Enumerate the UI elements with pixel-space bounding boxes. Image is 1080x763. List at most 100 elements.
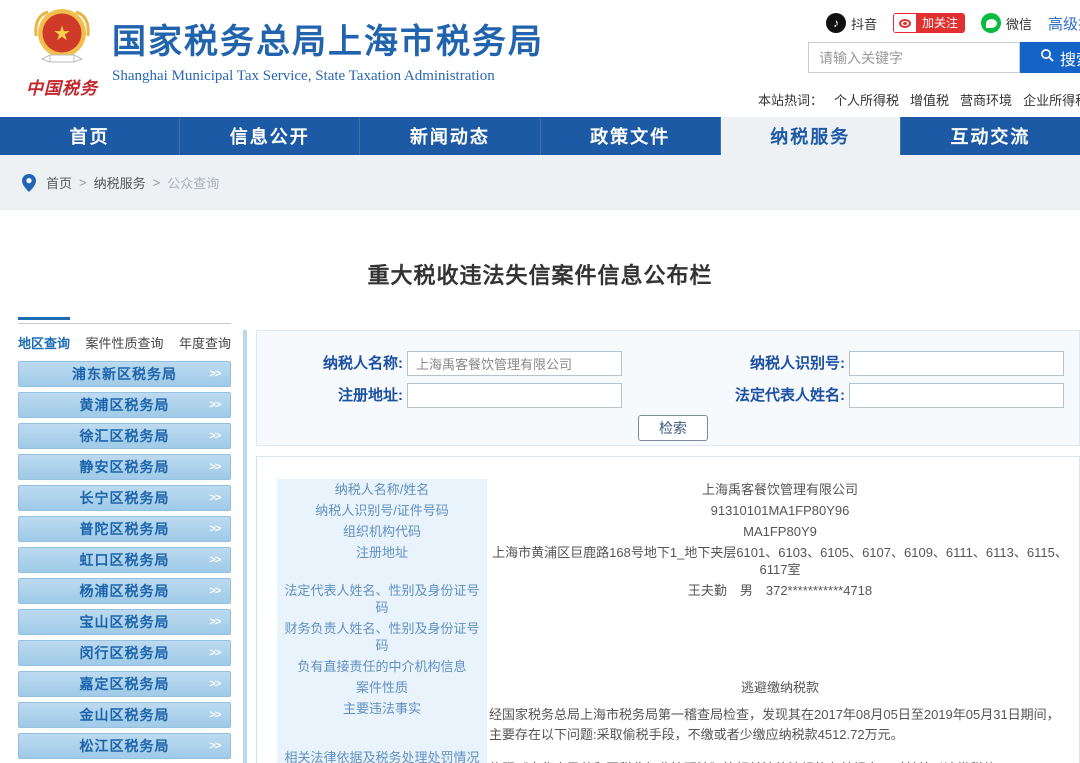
hot-word-link[interactable]: 个人所得税 — [834, 93, 899, 108]
logo-caption: 中国税务 — [26, 79, 98, 98]
detail-label: 纳税人识别号/证件号码 — [277, 500, 487, 521]
wechat-link[interactable]: 微信 — [981, 13, 1032, 33]
page: ★ 中国税务 国家税务总局上海市税务局 Shanghai Municipal T… — [0, 0, 1080, 763]
detail-value: 上海市黄浦区巨鹿路168号地下1_地下夹层6101、6103、6105、6107… — [492, 545, 1068, 577]
sidebar-item-changning[interactable]: 长宁区税务局 >> — [18, 485, 231, 511]
sidebar-item-putuo[interactable]: 普陀区税务局 >> — [18, 516, 231, 542]
bureau-label: 闵行区税务局 — [79, 645, 170, 661]
breadcrumb-home[interactable]: 首页 — [46, 173, 72, 192]
nav-item-home[interactable]: 首页 — [0, 117, 181, 155]
detail-label: 案件性质 — [277, 677, 487, 698]
detail-value: 经国家税务总局上海市税务局第一稽查局检查，发现其在2017年08月05日至201… — [489, 707, 1060, 742]
double-arrow-icon: >> — [209, 461, 221, 473]
double-arrow-icon: >> — [209, 523, 221, 535]
bureau-list: 浦东新区税务局 >> 黄浦区税务局 >> 徐汇区税务局 >> 静安区税务局 >> 长宁区… — [18, 361, 231, 759]
weibo-follow-label: 加关注 — [916, 14, 965, 32]
detail-row-legal-rep: 法定代表人姓名、性别及身份证号码 王夫勤 男 372***********471… — [277, 580, 1079, 618]
double-arrow-icon: >> — [209, 368, 221, 380]
search-icon — [1040, 48, 1055, 68]
weibo-eye-icon — [894, 14, 917, 32]
detail-label: 纳税人名称/姓名 — [277, 479, 487, 500]
bureau-label: 普陀区税务局 — [79, 521, 170, 537]
double-arrow-icon: >> — [209, 740, 221, 752]
sidebar-item-huangpu[interactable]: 黄浦区税务局 >> — [18, 392, 231, 418]
detail-row-legal-basis: 相关法律依据及税务处理处罚情况 依照《中华人民共和国税收征收管理法》等相关法律法… — [277, 747, 1079, 763]
wechat-label: 微信 — [1006, 16, 1033, 32]
nav-item-interaction[interactable]: 互动交流 — [901, 117, 1080, 155]
case-detail-panel: 纳税人名称/姓名 上海禹客餐饮管理有限公司 纳税人识别号/证件号码 913101… — [256, 456, 1080, 763]
sidebar-item-baoshan[interactable]: 宝山区税务局 >> — [18, 609, 231, 635]
registered-address-field[interactable] — [407, 383, 622, 408]
sidebar-item-songjiang[interactable]: 松江区税务局 >> — [18, 733, 231, 759]
hot-word-link[interactable]: 增值税 — [910, 93, 949, 108]
detail-row-org-code: 组织机构代码 MA1FP80Y9 — [277, 521, 1079, 542]
hot-word-link[interactable]: 企业所得税 — [1023, 93, 1080, 108]
detail-value — [487, 618, 1079, 656]
double-arrow-icon: >> — [209, 616, 221, 628]
sidebar-item-pudong[interactable]: 浦东新区税务局 >> — [18, 361, 231, 387]
sidebar-item-minhang[interactable]: 闵行区税务局 >> — [18, 640, 231, 666]
detail-row-address: 注册地址 上海市黄浦区巨鹿路168号地下1_地下夹层6101、6103、6105… — [277, 542, 1079, 580]
search-input[interactable] — [808, 42, 1020, 73]
nav-item-info-disclosure[interactable]: 信息公开 — [180, 117, 361, 155]
taxpayer-id-field[interactable] — [849, 351, 1064, 376]
detail-row-intermediary: 负有直接责任的中介机构信息 — [277, 656, 1079, 677]
detail-row-taxpayer-id: 纳税人识别号/证件号码 91310101MA1FP80Y96 — [277, 500, 1079, 521]
search-button-label: 搜索 — [1059, 51, 1080, 69]
sidebar-item-xuhui[interactable]: 徐汇区税务局 >> — [18, 423, 231, 449]
breadcrumb-current: 公众查询 — [167, 176, 220, 191]
bureau-label: 黄浦区税务局 — [79, 397, 170, 413]
retrieve-button[interactable]: 检索 — [638, 415, 708, 441]
advanced-search-link[interactable]: 高级搜索 — [1048, 13, 1080, 34]
breadcrumb-tax-services[interactable]: 纳税服务 — [94, 173, 146, 192]
taxpayer-name-field[interactable] — [407, 351, 622, 376]
bureau-label: 杨浦区税务局 — [79, 583, 170, 599]
double-arrow-icon: >> — [209, 399, 221, 411]
search-button[interactable]: 搜索 — [1020, 42, 1080, 73]
hot-words: 本站热词： 个人所得税增值税营商环境企业所得税 — [758, 90, 1080, 109]
sidebar-item-yangpu[interactable]: 杨浦区税务局 >> — [18, 578, 231, 604]
legal-rep-name-label: 法定代表人姓名: — [735, 387, 845, 404]
sidebar-item-jinshan[interactable]: 金山区税务局 >> — [18, 702, 231, 728]
site-title: 国家税务总局上海市税务局 — [112, 23, 544, 61]
sidebar-item-jingan[interactable]: 静安区税务局 >> — [18, 454, 231, 480]
page-title: 重大税收违法失信案件信息公布栏 — [367, 263, 713, 288]
bureau-label: 金山区税务局 — [79, 707, 170, 723]
site-logo[interactable]: ★ 中国税务 — [16, 6, 108, 99]
detail-row-finance-officer: 财务负责人姓名、性别及身份证号码 — [277, 618, 1079, 656]
nav-item-policy[interactable]: 政策文件 — [541, 117, 721, 155]
double-arrow-icon: >> — [209, 554, 221, 566]
hot-word-link[interactable]: 营商环境 — [960, 93, 1012, 108]
detail-label: 负有直接责任的中介机构信息 — [277, 656, 487, 677]
legal-rep-name-field[interactable] — [849, 383, 1064, 408]
detail-value: 逃避缴纳税款 — [740, 680, 819, 695]
bureau-label: 松江区税务局 — [79, 738, 170, 754]
breadcrumb-band: 首页 > 纳税服务 > 公众查询 — [0, 155, 1080, 210]
site-subtitle: Shanghai Municipal Tax Service, State Ta… — [112, 68, 495, 84]
tab-year-query[interactable]: 年度查询 — [179, 327, 231, 352]
bureau-label: 宝山区税务局 — [79, 614, 170, 630]
weibo-follow-badge: 加关注 — [893, 13, 966, 33]
main-nav: 首页 信息公开 新闻动态 政策文件 纳税服务 互动交流 — [0, 117, 1080, 155]
weibo-follow-button[interactable]: 加关注 — [893, 13, 966, 33]
detail-label: 组织机构代码 — [277, 521, 487, 542]
site-header: ★ 中国税务 国家税务总局上海市税务局 Shanghai Municipal T… — [0, 0, 1080, 117]
sidebar-item-hongkou[interactable]: 虹口区税务局 >> — [18, 547, 231, 573]
tab-case-nature-query[interactable]: 案件性质查询 — [85, 327, 163, 352]
detail-row-taxpayer-name: 纳税人名称/姓名 上海禹客餐饮管理有限公司 — [277, 479, 1079, 500]
taxpayer-id-label: 纳税人识别号: — [750, 355, 845, 372]
double-arrow-icon: >> — [209, 647, 221, 659]
nav-item-tax-services[interactable]: 纳税服务 — [720, 117, 901, 155]
detail-value: MA1FP80Y9 — [743, 524, 817, 539]
site-search: 搜索 — [808, 42, 1080, 73]
sidebar-item-jiading[interactable]: 嘉定区税务局 >> — [18, 671, 231, 697]
detail-value: 上海禹客餐饮管理有限公司 — [701, 482, 858, 497]
double-arrow-icon: >> — [209, 492, 221, 504]
bureau-label: 浦东新区税务局 — [72, 366, 177, 382]
detail-label: 注册地址 — [277, 542, 487, 580]
nav-item-news[interactable]: 新闻动态 — [360, 117, 541, 155]
tab-region-query[interactable]: 地区查询 — [18, 317, 71, 352]
svg-text:★: ★ — [53, 23, 71, 45]
douyin-link[interactable]: ♪ 抖音 — [826, 13, 877, 33]
detail-label: 财务负责人姓名、性别及身份证号码 — [277, 618, 487, 656]
